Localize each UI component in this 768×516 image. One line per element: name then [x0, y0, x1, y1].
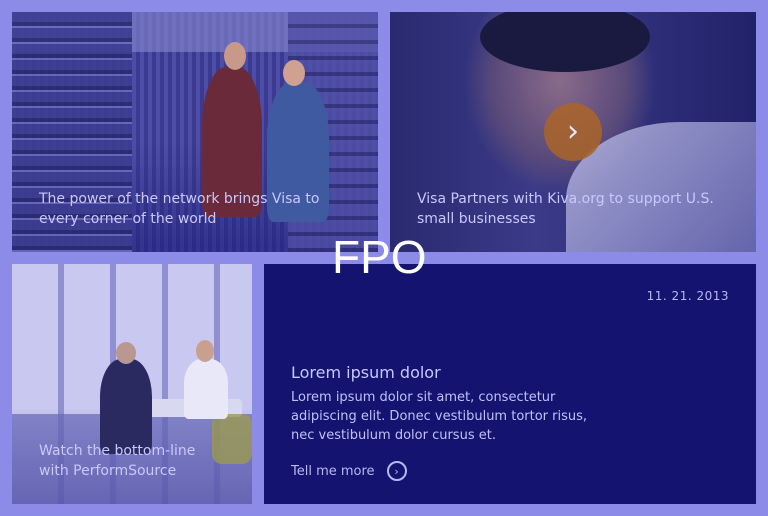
- circle-chevron-right-icon[interactable]: ›: [386, 461, 407, 481]
- next-arrow-button[interactable]: ›: [544, 103, 602, 161]
- tile-performsource-caption[interactable]: Watch the bottom-line with PerformSource: [39, 441, 229, 481]
- info-body: Lorem ipsum dolor sit amet, consectetur …: [291, 390, 588, 443]
- tile-network[interactable]: The power of the network brings Visa to …: [12, 12, 378, 252]
- fpo-placeholder-label: FPO: [332, 231, 427, 283]
- info-panel: 11. 21. 2013 Lorem ipsum dolor Lorem ips…: [264, 264, 756, 504]
- tile-kiva-caption[interactable]: Visa Partners with Kiva.org to support U…: [417, 189, 717, 229]
- chevron-right-icon: ›: [567, 114, 579, 149]
- tell-me-more-link[interactable]: Tell me more ›: [291, 461, 407, 481]
- info-heading: Lorem ipsum dolor: [291, 363, 441, 382]
- tell-me-more-label[interactable]: Tell me more: [291, 464, 375, 479]
- tile-performsource[interactable]: Watch the bottom-line with PerformSource: [12, 264, 252, 504]
- tile-network-caption[interactable]: The power of the network brings Visa to …: [39, 189, 349, 229]
- date-label: 11. 21. 2013: [646, 289, 729, 303]
